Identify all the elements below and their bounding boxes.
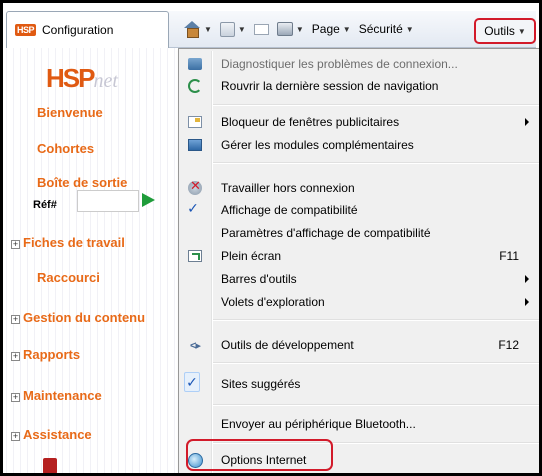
menu-item-work-offline[interactable]: Travailler hors connexion [181, 177, 539, 199]
submenu-arrow-icon [525, 118, 529, 126]
menu-item-popup-blocker[interactable]: Bloqueur de fenêtres publicitaires [181, 111, 539, 133]
addons-icon [188, 139, 202, 151]
sidebar-item-assistance[interactable]: Assistance [23, 427, 92, 442]
sidebar-item-gestion-du-contenu[interactable]: Gestion du contenu [23, 310, 145, 325]
menu-item-manage-addons[interactable]: Gérer les modules complémentaires [181, 134, 539, 156]
security-menu-label: Sécurité [358, 22, 403, 36]
sidebar-item-rapports[interactable]: Rapports [23, 347, 80, 362]
menu-item-explorer-bars[interactable]: Volets d'exploration [181, 291, 539, 313]
chevron-down-icon: ▼ [517, 26, 526, 36]
hsp-sidebar: HSPnet Bienvenue Cohortes Boîte de sorti… [6, 48, 178, 473]
submenu-arrow-icon [525, 275, 529, 283]
mail-button[interactable] [250, 17, 273, 41]
check-icon: ✓ [187, 199, 199, 216]
menu-item-compatibility-view[interactable]: ✓ Affichage de compatibilité [181, 199, 539, 221]
feeds-icon [219, 21, 235, 37]
menu-item-compatibility-settings[interactable]: Paramètres d'affichage de compatibilité [181, 222, 539, 244]
menu-item-label: Diagnostiquer les problèmes de connexion… [221, 57, 458, 71]
menu-item-label: Volets d'exploration [221, 295, 325, 309]
logo-suffix-text: net [93, 70, 118, 92]
logo-main-text: HSP [46, 63, 95, 93]
mail-icon [253, 23, 269, 35]
expand-icon[interactable]: + [11, 393, 20, 402]
menu-item-label: Sites suggérés [221, 377, 301, 391]
sidebar-item-boite-de-sortie[interactable]: Boîte de sortie [37, 175, 127, 190]
menu-separator [213, 362, 539, 363]
menu-item-diagnose[interactable]: Diagnostiquer les problèmes de connexion… [181, 53, 539, 75]
feeds-button[interactable]: ▼ [216, 17, 250, 41]
menu-item-label: Paramètres d'affichage de compatibilité [221, 226, 431, 240]
chevron-down-icon[interactable]: ▼ [296, 25, 304, 34]
chevron-down-icon[interactable]: ▼ [238, 25, 246, 34]
menu-item-shortcut: F12 [498, 338, 519, 352]
menu-item-toolbars[interactable]: Barres d'outils [181, 268, 539, 290]
submenu-arrow-icon [525, 298, 529, 306]
menu-item-label: Rouvrir la dernière session de navigatio… [221, 79, 439, 93]
tools-menu-label: Outils [484, 24, 515, 38]
menu-item-label: Affichage de compatibilité [221, 203, 358, 217]
screenshot-frame: HSP Configuration ▼ ▼ ▼ Page ▼ Sécurité … [0, 0, 542, 476]
tools-menu-button[interactable]: Outils ▼ [474, 18, 536, 44]
expand-icon[interactable]: + [11, 352, 20, 361]
menu-item-suggested-sites[interactable]: ✓ Sites suggérés [181, 372, 539, 395]
reopen-session-icon [188, 79, 202, 93]
menu-item-label: Barres d'outils [221, 272, 297, 286]
expand-icon[interactable]: + [11, 432, 20, 441]
menu-item-label: Bloqueur de fenêtres publicitaires [221, 115, 400, 129]
sidebar-item-bienvenue[interactable]: Bienvenue [37, 105, 103, 120]
expand-icon[interactable]: + [11, 240, 20, 249]
print-icon [276, 22, 293, 36]
diagnose-icon [188, 58, 202, 70]
popup-blocker-icon [188, 116, 202, 128]
menu-item-send-bluetooth[interactable]: Envoyer au périphérique Bluetooth... [181, 413, 539, 435]
menu-item-developer-tools[interactable]: <▸ Outils de développement F12 [181, 334, 539, 356]
home-icon [183, 21, 201, 38]
security-menu-button[interactable]: Sécurité ▼ [355, 17, 418, 41]
chevron-down-icon: ▼ [342, 24, 351, 34]
menu-item-label: Plein écran [221, 249, 282, 263]
browser-tab-configuration[interactable]: HSP Configuration [6, 11, 169, 48]
menu-separator [213, 162, 539, 163]
offline-icon [188, 178, 202, 195]
tools-dropdown-menu: Diagnostiquer les problèmes de connexion… [178, 48, 539, 473]
check-icon: ✓ [184, 372, 200, 392]
menu-item-label: Envoyer au périphérique Bluetooth... [221, 417, 416, 431]
fullscreen-icon [188, 250, 202, 262]
chevron-down-icon[interactable]: ▼ [204, 25, 212, 34]
page-menu-label: Page [311, 22, 340, 36]
sidebar-item-maintenance[interactable]: Maintenance [23, 388, 102, 403]
chevron-down-icon: ▼ [405, 24, 414, 34]
internet-options-highlight [186, 439, 333, 471]
sidebar-item-fiches-de-travail[interactable]: Fiches de travail [23, 235, 125, 250]
menu-item-label: Travailler hors connexion [221, 181, 355, 195]
hsp-logo: HSPnet [46, 63, 126, 93]
menu-separator [213, 404, 539, 405]
menu-separator [213, 104, 539, 105]
ref-label: Réf# [33, 199, 57, 211]
hsp-favicon: HSP [15, 24, 37, 36]
print-button[interactable]: ▼ [273, 17, 308, 41]
ref-input[interactable] [77, 190, 139, 212]
menu-item-full-screen[interactable]: Plein écran F11 [181, 245, 539, 267]
alert-icon[interactable] [43, 458, 57, 473]
menu-item-reopen-session[interactable]: Rouvrir la dernière session de navigatio… [181, 75, 539, 97]
tab-title: Configuration [42, 23, 114, 37]
go-arrow-icon[interactable] [142, 193, 155, 207]
menu-item-label: Gérer les modules complémentaires [221, 138, 414, 152]
expand-icon[interactable]: + [11, 315, 20, 324]
sidebar-item-cohortes[interactable]: Cohortes [37, 141, 94, 156]
menu-item-shortcut: F11 [499, 249, 519, 263]
sidebar-item-raccourci[interactable]: Raccourci [37, 270, 100, 285]
menu-separator [213, 319, 539, 320]
menu-item-label: Outils de développement [221, 338, 354, 352]
developer-tools-icon: <▸ [190, 339, 201, 352]
page-menu-button[interactable]: Page ▼ [308, 17, 355, 41]
home-button[interactable]: ▼ [179, 17, 216, 41]
